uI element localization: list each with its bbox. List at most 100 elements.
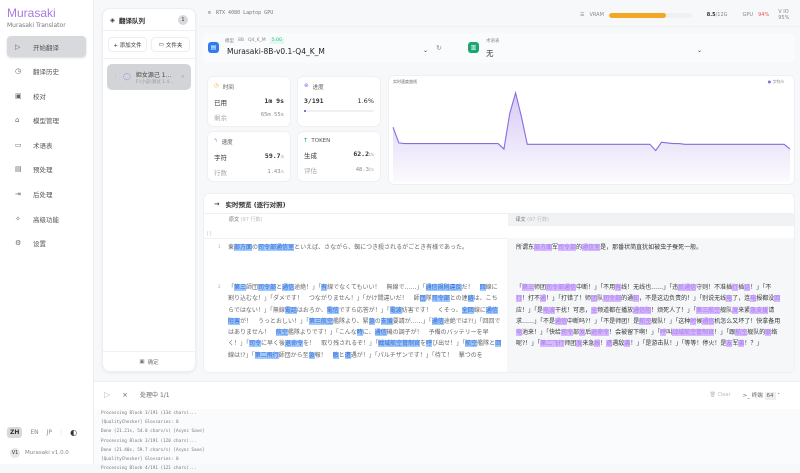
text-segment: 的通 <box>621 295 633 302</box>
gpu-usage: 94% <box>758 12 769 18</box>
term-highlight: 回 <box>495 340 501 347</box>
gen-label: 生成 <box>304 150 317 160</box>
text-segment: び出せ！」「 <box>432 340 465 347</box>
chart-line <box>393 93 790 151</box>
layers-icon: ◈ <box>110 16 115 24</box>
text-segment: はおろか、 <box>297 307 327 314</box>
progress-count: 3/191 <box>304 97 324 105</box>
queue-item-name: 妲女源己 1... <box>136 70 174 79</box>
sidebar-item-label: 设置 <box>33 238 46 248</box>
term-highlight: 電話 <box>285 307 297 314</box>
log-line: Done (21.21s, 54.0 chars/s) [Async Save] <box>101 427 800 436</box>
text-segment: 報！ <box>315 352 333 359</box>
sidebar: Murasaki Murasaki Translator ▷开始翻译◷翻译历史▣… <box>0 0 94 464</box>
queue-item[interactable]: ⋮ ◌ 妲女源己 1...F:\小说\测试 1.4... × <box>107 64 191 90</box>
start-button[interactable]: ▷ <box>104 390 110 399</box>
term-highlight: 司令部通信室 <box>258 244 294 251</box>
arrow-right-icon: → <box>214 200 219 208</box>
glossary-select[interactable]: 无 <box>486 48 494 59</box>
term-highlight: 反通信 <box>678 284 696 291</box>
term-highlight: 航空 <box>735 329 747 336</box>
vio-usage: V IO 95% <box>778 9 800 21</box>
sidebar-item-2[interactable]: ▣校对 <box>7 85 86 106</box>
speed-title: 速度 <box>222 138 233 146</box>
text-segment: との連 <box>450 295 468 302</box>
book-icon: ▭ <box>15 141 25 149</box>
lang-zh[interactable]: ZH <box>7 427 22 438</box>
text-segment: が！ うっとおしい！」「 <box>240 318 309 325</box>
text-segment: 隊 <box>426 295 432 302</box>
vram-monitor: ☰VRAM 8.5/12G GPU 94% V IO 95% <box>580 9 800 21</box>
add-file-button[interactable]: + 添加文件 <box>108 37 147 52</box>
progress-title: 进度 <box>313 83 324 91</box>
term-highlight: 通信阻 <box>633 307 651 314</box>
console-log: Processing Block 3/191 (134 chars)...[Qu… <box>94 409 800 464</box>
text-segment: 艦隊よりです！」「こんな <box>288 329 357 336</box>
lang-en[interactable]: EN <box>30 429 38 436</box>
text-segment: 应！」「是 <box>516 307 543 314</box>
text-segment: 来紧 <box>738 307 750 314</box>
text-segment: 師団から至 <box>279 352 309 359</box>
text-segment: と <box>339 352 345 359</box>
queue-count: 1 <box>178 15 188 25</box>
speed-card: ϟ速度 字符59.7/s 行数1.43/s <box>207 131 291 182</box>
term-highlight: 通信 <box>432 318 444 325</box>
term-highlight: 第三航空 <box>309 318 333 325</box>
text-segment: 遇が！」「パルチザンです！」「待て！ 撃つのを <box>351 352 483 359</box>
sidebar-item-4[interactable]: ▭ 术语表 <box>7 134 86 155</box>
sidebar-item-7[interactable]: ✧高级功能 <box>7 208 86 229</box>
lang-jp[interactable]: JP <box>47 429 52 436</box>
sidebar-item-0[interactable]: ▷开始翻译 <box>7 36 86 57</box>
text-segment: 了，连 <box>732 295 750 302</box>
sidebar-item-1[interactable]: ◷翻译历史 <box>7 61 86 82</box>
stop-button[interactable]: × <box>122 391 128 399</box>
text-segment: 要請が……」「 <box>393 318 432 325</box>
term-highlight: 航空 <box>639 318 651 325</box>
term-highlight: 司令 <box>249 340 261 347</box>
speed-chart <box>389 76 796 186</box>
remove-icon[interactable]: × <box>181 74 185 80</box>
confirm-button[interactable]: ▣确定 <box>103 351 195 371</box>
sidebar-item-8[interactable]: ⚙设置 <box>7 233 86 254</box>
text-segment: 舰队的 <box>747 329 765 336</box>
progress-percent: 1.6% <box>357 97 374 105</box>
glossary-chevron-icon[interactable]: ⌄ <box>697 47 702 54</box>
text-segment: に早く後 <box>261 340 285 347</box>
log-line: Processing Block 3/191 (120 chars)... <box>101 437 800 446</box>
sidebar-item-label: 后处理 <box>33 189 53 199</box>
add-folder-button[interactable]: ▭文件夹 <box>151 37 190 52</box>
model-select[interactable]: Murasaki-8B-v0.1-Q4_K_M <box>227 47 325 56</box>
box-icon: ⌂ <box>15 116 25 124</box>
term-highlight: 航空 <box>276 329 288 336</box>
console-toggle[interactable]: >_ 终端 64 ˄ <box>743 391 780 399</box>
source-line: 「第三師団司令部と通信途絶！」「有線でなくてもいい！ 無線で……」「通信規則違反… <box>228 282 503 361</box>
progress-fill <box>304 110 306 112</box>
text-segment: ！打不 <box>522 295 540 302</box>
text-segment: 机怎么又坏了！快拿备用 <box>714 318 780 325</box>
sidebar-item-5[interactable]: ▤预处理 <box>7 159 86 180</box>
text-segment: 干扰！可恶， <box>555 307 591 314</box>
term-highlight: 第二飛行 <box>255 352 279 359</box>
app-title: Murasaki <box>7 6 56 20</box>
term-highlight: 司令部 <box>558 244 576 251</box>
sidebar-item-label: 术语表 <box>33 140 53 150</box>
model-selector-card: ▤ 模型 8B Q4_K_M 5.0G Murasaki-8B-v0.1-Q4_… <box>203 33 795 63</box>
chevron-down-icon[interactable]: ⌄ <box>423 47 428 54</box>
chars-speed: 59.7 <box>265 152 281 160</box>
gpu-icon: ⚙ <box>208 10 211 16</box>
elapsed-label: 已用 <box>214 97 227 107</box>
version-badge: V1 <box>10 448 20 458</box>
clear-button[interactable]: 🗑 Clear <box>710 392 731 398</box>
text-segment: 池来！」「快给 <box>522 329 561 336</box>
eval-label: 评估 <box>304 165 317 175</box>
term-highlight: 通信室 <box>582 244 600 251</box>
term-highlight: 司令 <box>561 329 573 336</box>
text-segment: ！」「打错了！师 <box>546 295 591 302</box>
theme-toggle-icon[interactable]: ◐ <box>70 428 77 437</box>
sidebar-item-3[interactable]: ⌂模型管理 <box>7 110 86 131</box>
term-highlight: 電信 <box>327 307 339 314</box>
term-highlight: 第二飞行 <box>540 340 564 347</box>
refresh-icon[interactable]: ↻ <box>436 44 442 52</box>
sidebar-item-6[interactable]: ⇥后处理 <box>7 184 86 205</box>
drag-handle-icon[interactable]: ⋮ <box>113 74 118 80</box>
